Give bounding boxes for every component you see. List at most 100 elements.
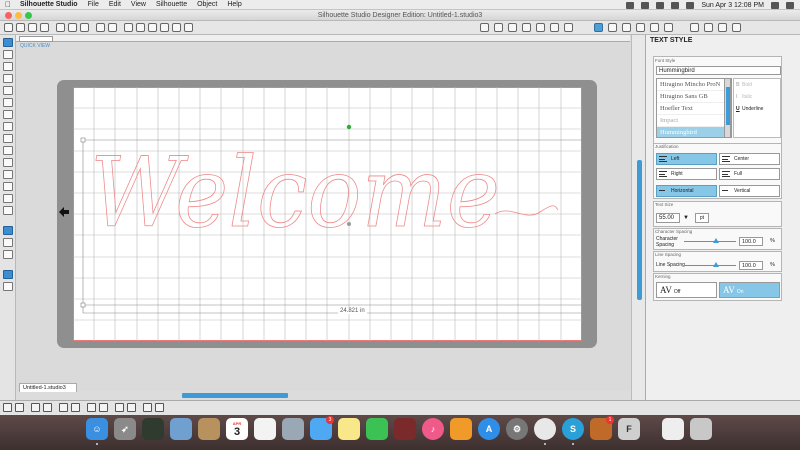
kerning-on-button[interactable]: AV On [719, 282, 780, 298]
polygon-tool-icon[interactable] [3, 110, 13, 119]
pan-icon[interactable] [136, 23, 145, 32]
fit-page-icon[interactable] [184, 23, 193, 32]
line-spacing-slider[interactable] [684, 265, 736, 266]
grid-icon[interactable] [494, 23, 503, 32]
italic-button[interactable]: I Italic [736, 94, 752, 100]
welcome-text[interactable]: Welcome [90, 137, 501, 246]
text-size-input[interactable]: 55.00 [656, 213, 680, 223]
align-icon[interactable] [143, 403, 152, 412]
silhouette-icon[interactable]: S [562, 418, 584, 440]
new-doc-icon[interactable] [4, 23, 13, 32]
send-tab-icon[interactable] [732, 23, 741, 32]
photo-booth-icon[interactable] [394, 418, 416, 440]
zoom-box-icon[interactable] [172, 23, 181, 32]
layers-icon[interactable] [3, 270, 13, 279]
font-list-item[interactable]: Impact [657, 115, 731, 127]
star-icon[interactable] [536, 23, 545, 32]
design-tab-icon[interactable] [690, 23, 699, 32]
release-compound-icon[interactable] [43, 403, 52, 412]
minimize-window-button[interactable] [15, 12, 22, 19]
dashboard-icon[interactable] [142, 418, 164, 440]
document-icon[interactable] [662, 418, 684, 440]
quick-view-link[interactable]: QUICK VIEW [20, 43, 50, 49]
menu-help[interactable]: Help [227, 1, 241, 8]
store-tab-icon[interactable] [704, 23, 713, 32]
line-tool-icon[interactable] [3, 62, 13, 71]
bring-forward-icon[interactable] [115, 403, 124, 412]
text-tool-icon[interactable] [3, 194, 13, 203]
undo-icon[interactable] [96, 23, 105, 32]
menu-edit[interactable]: Edit [109, 1, 121, 8]
cut-icon[interactable] [56, 23, 65, 32]
freehand-tool-icon[interactable] [3, 146, 13, 155]
zoom-window-button[interactable] [25, 12, 32, 19]
size-unit-select[interactable]: pt [695, 213, 709, 223]
font-list-item-selected[interactable]: Hummingbird [657, 127, 731, 137]
distribute-icon[interactable] [155, 403, 164, 412]
status-icon[interactable] [641, 1, 650, 9]
launchpad-icon[interactable]: ➶ [114, 418, 136, 440]
welcome-artwork[interactable]: Welcome [80, 126, 560, 246]
kerning-off-button[interactable]: AV Off [656, 282, 717, 298]
ellipse-tool-icon[interactable] [3, 98, 13, 107]
list-icon[interactable] [786, 1, 794, 9]
eyedropper-icon[interactable] [3, 206, 13, 215]
arrow-left-icon[interactable] [59, 207, 69, 217]
volume-icon[interactable] [671, 1, 680, 9]
close-window-button[interactable] [5, 12, 12, 19]
calendar-icon[interactable]: APR 3 [226, 418, 248, 440]
app-menu[interactable]: Silhouette Studio [20, 1, 78, 8]
send-backward-icon[interactable] [127, 403, 136, 412]
character-spacing-input[interactable]: 100.0 [739, 237, 763, 246]
horizontal-text-button[interactable]: Horizontal [656, 185, 717, 197]
line-color-icon[interactable] [522, 23, 531, 32]
select-tool-icon[interactable] [3, 38, 13, 47]
character-spacing-slider[interactable] [684, 241, 736, 242]
preview-icon[interactable] [170, 418, 192, 440]
redo-icon[interactable] [108, 23, 117, 32]
paste-icon[interactable] [80, 23, 89, 32]
trace-icon[interactable] [622, 23, 631, 32]
font-list[interactable]: Hiragino Mincho ProN Hiragino Sans GB Ho… [656, 78, 732, 138]
text-style-icon[interactable] [594, 23, 603, 32]
zoom-out-icon[interactable] [160, 23, 169, 32]
group-icon[interactable] [3, 403, 12, 412]
media-icon[interactable] [3, 238, 13, 247]
menu-view[interactable]: View [131, 1, 146, 8]
eraser-tool-icon[interactable] [3, 170, 13, 179]
font-list-item[interactable]: Hiragino Mincho ProN [657, 79, 731, 91]
reminders-icon[interactable] [254, 418, 276, 440]
send-icon[interactable] [636, 23, 645, 32]
arc-tool-icon[interactable] [3, 134, 13, 143]
photos-icon[interactable] [282, 418, 304, 440]
point-edit-icon[interactable] [3, 50, 13, 59]
font-list-item[interactable]: Hiragino Sans GB [657, 91, 731, 103]
select-icon[interactable] [124, 23, 133, 32]
horizontal-scrollbar[interactable] [182, 393, 288, 398]
offset-icon[interactable] [608, 23, 617, 32]
menu-silhouette[interactable]: Silhouette [156, 1, 187, 8]
status-icon[interactable] [626, 1, 635, 9]
library-tab-icon[interactable] [718, 23, 727, 32]
line-spacing-knob[interactable] [713, 262, 719, 267]
line-spacing-input[interactable]: 100.0 [739, 261, 763, 270]
finder-icon[interactable]: ☺ [86, 418, 108, 440]
scroll-thumb[interactable] [637, 160, 642, 300]
library-icon[interactable] [664, 23, 673, 32]
itunes-icon[interactable]: ♪ [422, 418, 444, 440]
web-icon[interactable] [3, 250, 13, 259]
curve-tool-icon[interactable] [3, 122, 13, 131]
trash-icon[interactable] [690, 418, 712, 440]
app-store-icon[interactable]: A [478, 418, 500, 440]
justify-right-button[interactable]: Right [656, 168, 717, 180]
apple-icon[interactable]:  [5, 0, 14, 9]
ibooks-icon[interactable] [450, 418, 472, 440]
justify-center-button[interactable]: Center [719, 153, 780, 165]
zoom-in-icon[interactable] [148, 23, 157, 32]
contacts-icon[interactable] [198, 418, 220, 440]
make-compound-icon[interactable] [31, 403, 40, 412]
chrome-icon[interactable] [534, 418, 556, 440]
smooth-freehand-icon[interactable] [3, 158, 13, 167]
layout-icon[interactable] [3, 282, 13, 291]
system-preferences-icon[interactable]: ⚙ [506, 418, 528, 440]
